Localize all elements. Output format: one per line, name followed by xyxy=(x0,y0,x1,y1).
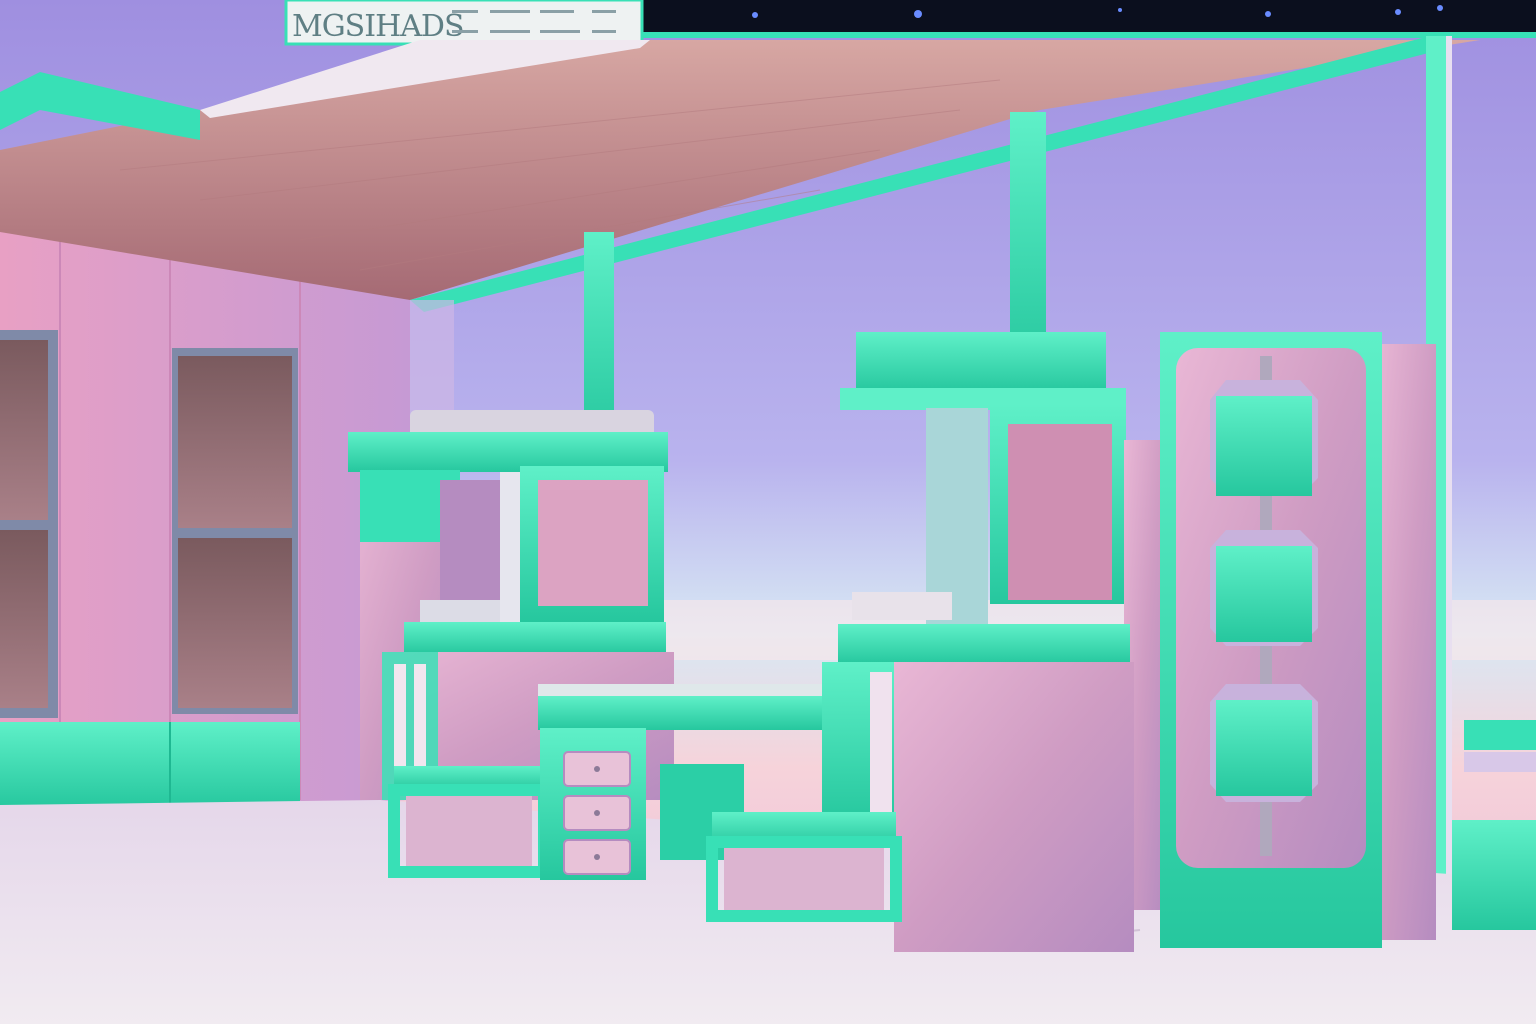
night-strip-frame xyxy=(640,32,1536,38)
capsule-cabinet xyxy=(1160,332,1436,948)
post-right-frame xyxy=(1446,36,1452,916)
low-step-bench xyxy=(388,766,550,878)
center-window xyxy=(172,348,298,714)
left-wall-mint-base xyxy=(0,722,300,808)
desk-drawers xyxy=(563,751,631,875)
stage-set-scene: MGSIHADS xyxy=(0,0,1536,1024)
sign-panel: MGSIHADS xyxy=(284,0,644,46)
night-sky-strip xyxy=(640,0,1536,36)
sign-title: MGSIHADS xyxy=(292,9,464,44)
capsule-modules xyxy=(1210,380,1318,802)
front-step-box xyxy=(706,812,902,922)
left-window xyxy=(0,330,58,718)
